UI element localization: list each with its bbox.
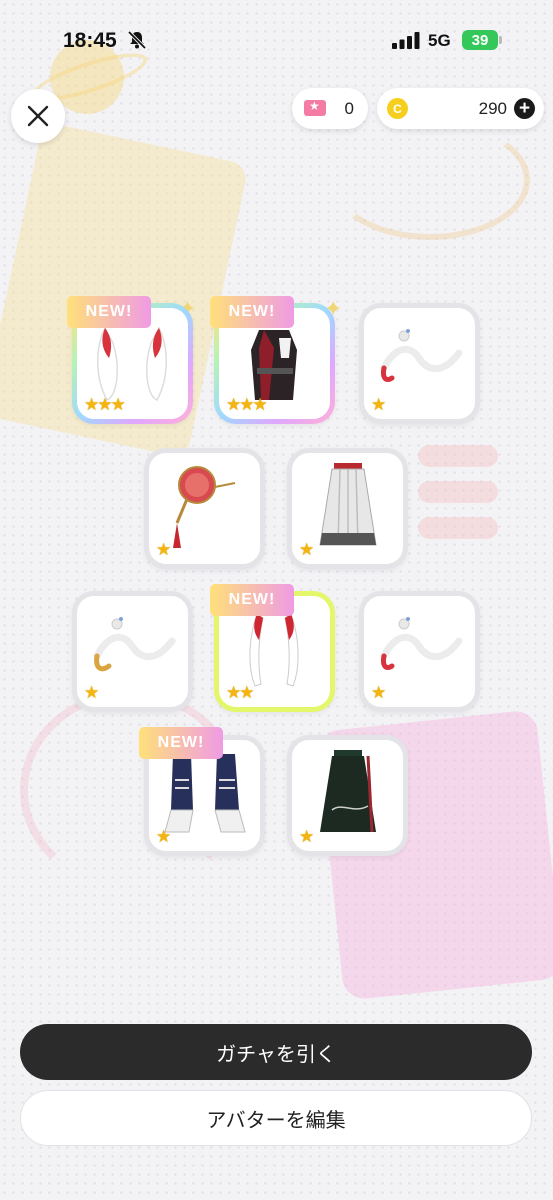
status-time: 18:45 (63, 29, 117, 52)
add-coins-icon[interactable]: + (514, 98, 535, 119)
item-card[interactable]: ★ (144, 448, 265, 569)
new-badge: NEW! (210, 296, 294, 328)
rarity-stars: ★★ (226, 683, 255, 702)
coin-balance: C 290 + (377, 88, 544, 129)
rarity-stars: ★ (84, 683, 99, 702)
item-card[interactable]: ★ (287, 448, 408, 569)
item-card[interactable]: ★ (359, 303, 480, 424)
battery-cap (499, 36, 502, 44)
rarity-stars: ★ (371, 395, 386, 414)
battery-indicator: 39 (462, 30, 498, 50)
new-badge: NEW! (139, 727, 223, 759)
curve-decoration (330, 120, 530, 240)
pill-decoration (418, 445, 498, 467)
ticket-icon (304, 99, 326, 116)
rarity-stars: ★ (371, 683, 386, 702)
bell-muted-icon (127, 30, 147, 50)
new-badge: NEW! (67, 296, 151, 328)
network-type: 5G (428, 31, 451, 50)
coin-count: 290 (478, 99, 507, 118)
rarity-stars: ★★★ (84, 395, 126, 414)
item-card[interactable]: ★ (359, 591, 480, 712)
rarity-stars: ★ (299, 827, 314, 846)
battery-level: 39 (471, 31, 489, 49)
ticket-balance: 0 (292, 88, 368, 129)
edit-avatar-button[interactable]: アバターを編集 (20, 1090, 532, 1146)
close-button[interactable] (11, 89, 65, 143)
draw-gacha-button[interactable]: ガチャを引く (20, 1024, 532, 1080)
rarity-stars: ★ (299, 540, 314, 559)
pill-decoration (418, 517, 498, 539)
rarity-stars: ★ (156, 827, 171, 846)
close-icon (27, 105, 49, 127)
item-card[interactable]: ★ (72, 591, 193, 712)
signal-icon (392, 32, 420, 49)
ticket-count: 0 (344, 99, 354, 118)
item-card[interactable]: ★ (287, 735, 408, 856)
rarity-stars: ★ (156, 540, 171, 559)
status-bar: 18:45 5G 39 (0, 0, 553, 80)
rarity-stars: ★★★ (226, 395, 268, 414)
pill-decoration (418, 481, 498, 503)
coin-icon: C (387, 98, 408, 119)
new-badge: NEW! (210, 584, 294, 616)
